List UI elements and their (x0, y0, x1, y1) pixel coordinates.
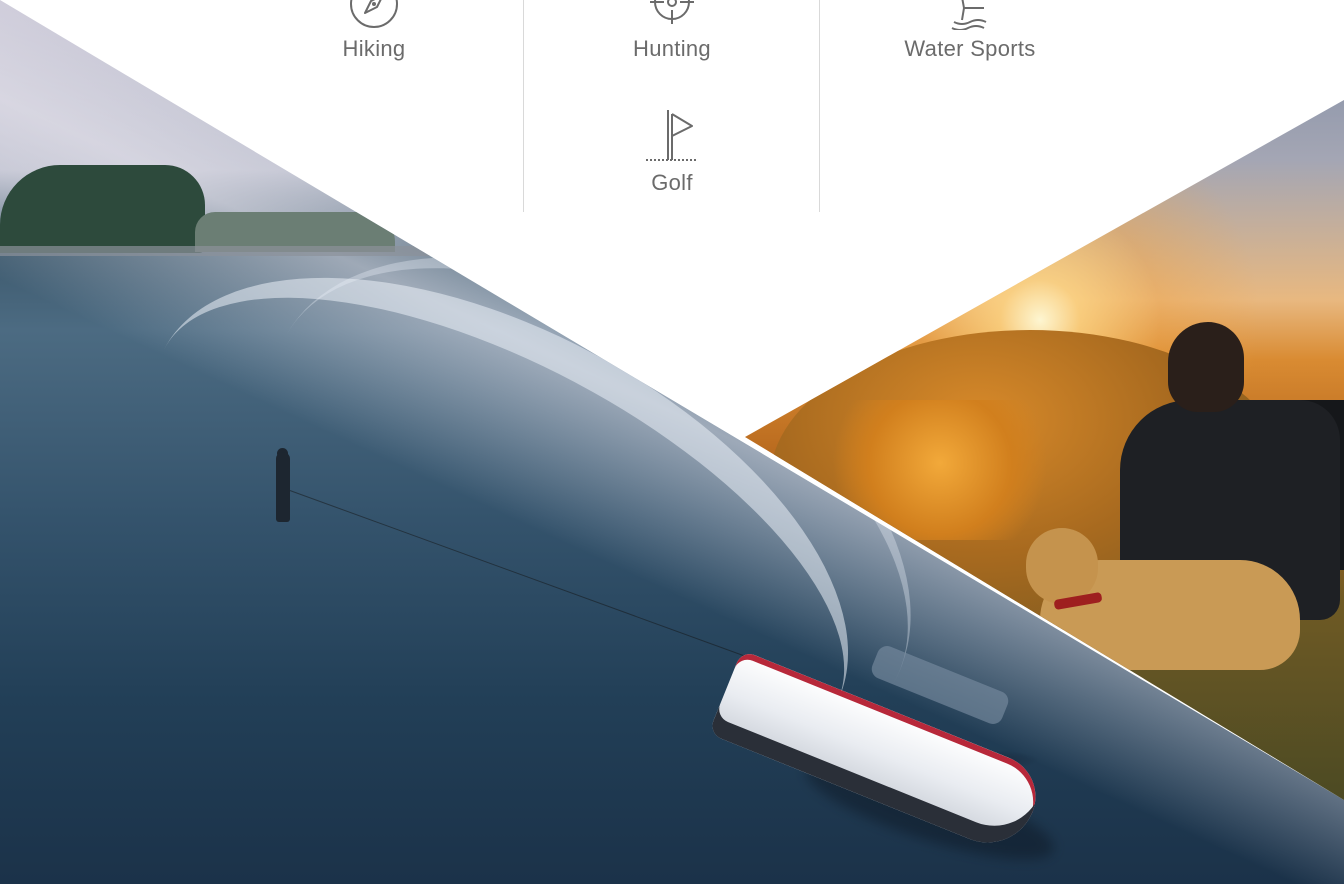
activities-hero: Hiking Hunting Water Sports Golf (0, 0, 1344, 884)
activity-label-golf: Golf (651, 170, 693, 195)
activity-golf[interactable]: Golf (523, 106, 821, 196)
crosshair-icon (650, 0, 694, 24)
boat-wake (71, 174, 929, 880)
activity-water-sports[interactable]: Water Sports (821, 0, 1119, 62)
water-skier-icon (951, 0, 987, 30)
treeline (0, 165, 205, 253)
water-skier (276, 452, 290, 522)
activity-label-water-sports: Water Sports (904, 36, 1036, 61)
golf-flag-icon (646, 110, 698, 161)
dog-head (1026, 528, 1098, 604)
shoreline (0, 246, 440, 256)
compass-icon (350, 0, 398, 28)
activity-hunting[interactable]: Hunting (523, 0, 821, 62)
activity-hiking[interactable]: Hiking (225, 0, 523, 62)
hiker-head (1168, 322, 1244, 412)
activity-nav: Hiking Hunting Water Sports Golf (225, 0, 1119, 212)
activity-label-hunting: Hunting (633, 36, 711, 61)
activity-label-hiking: Hiking (342, 36, 406, 61)
